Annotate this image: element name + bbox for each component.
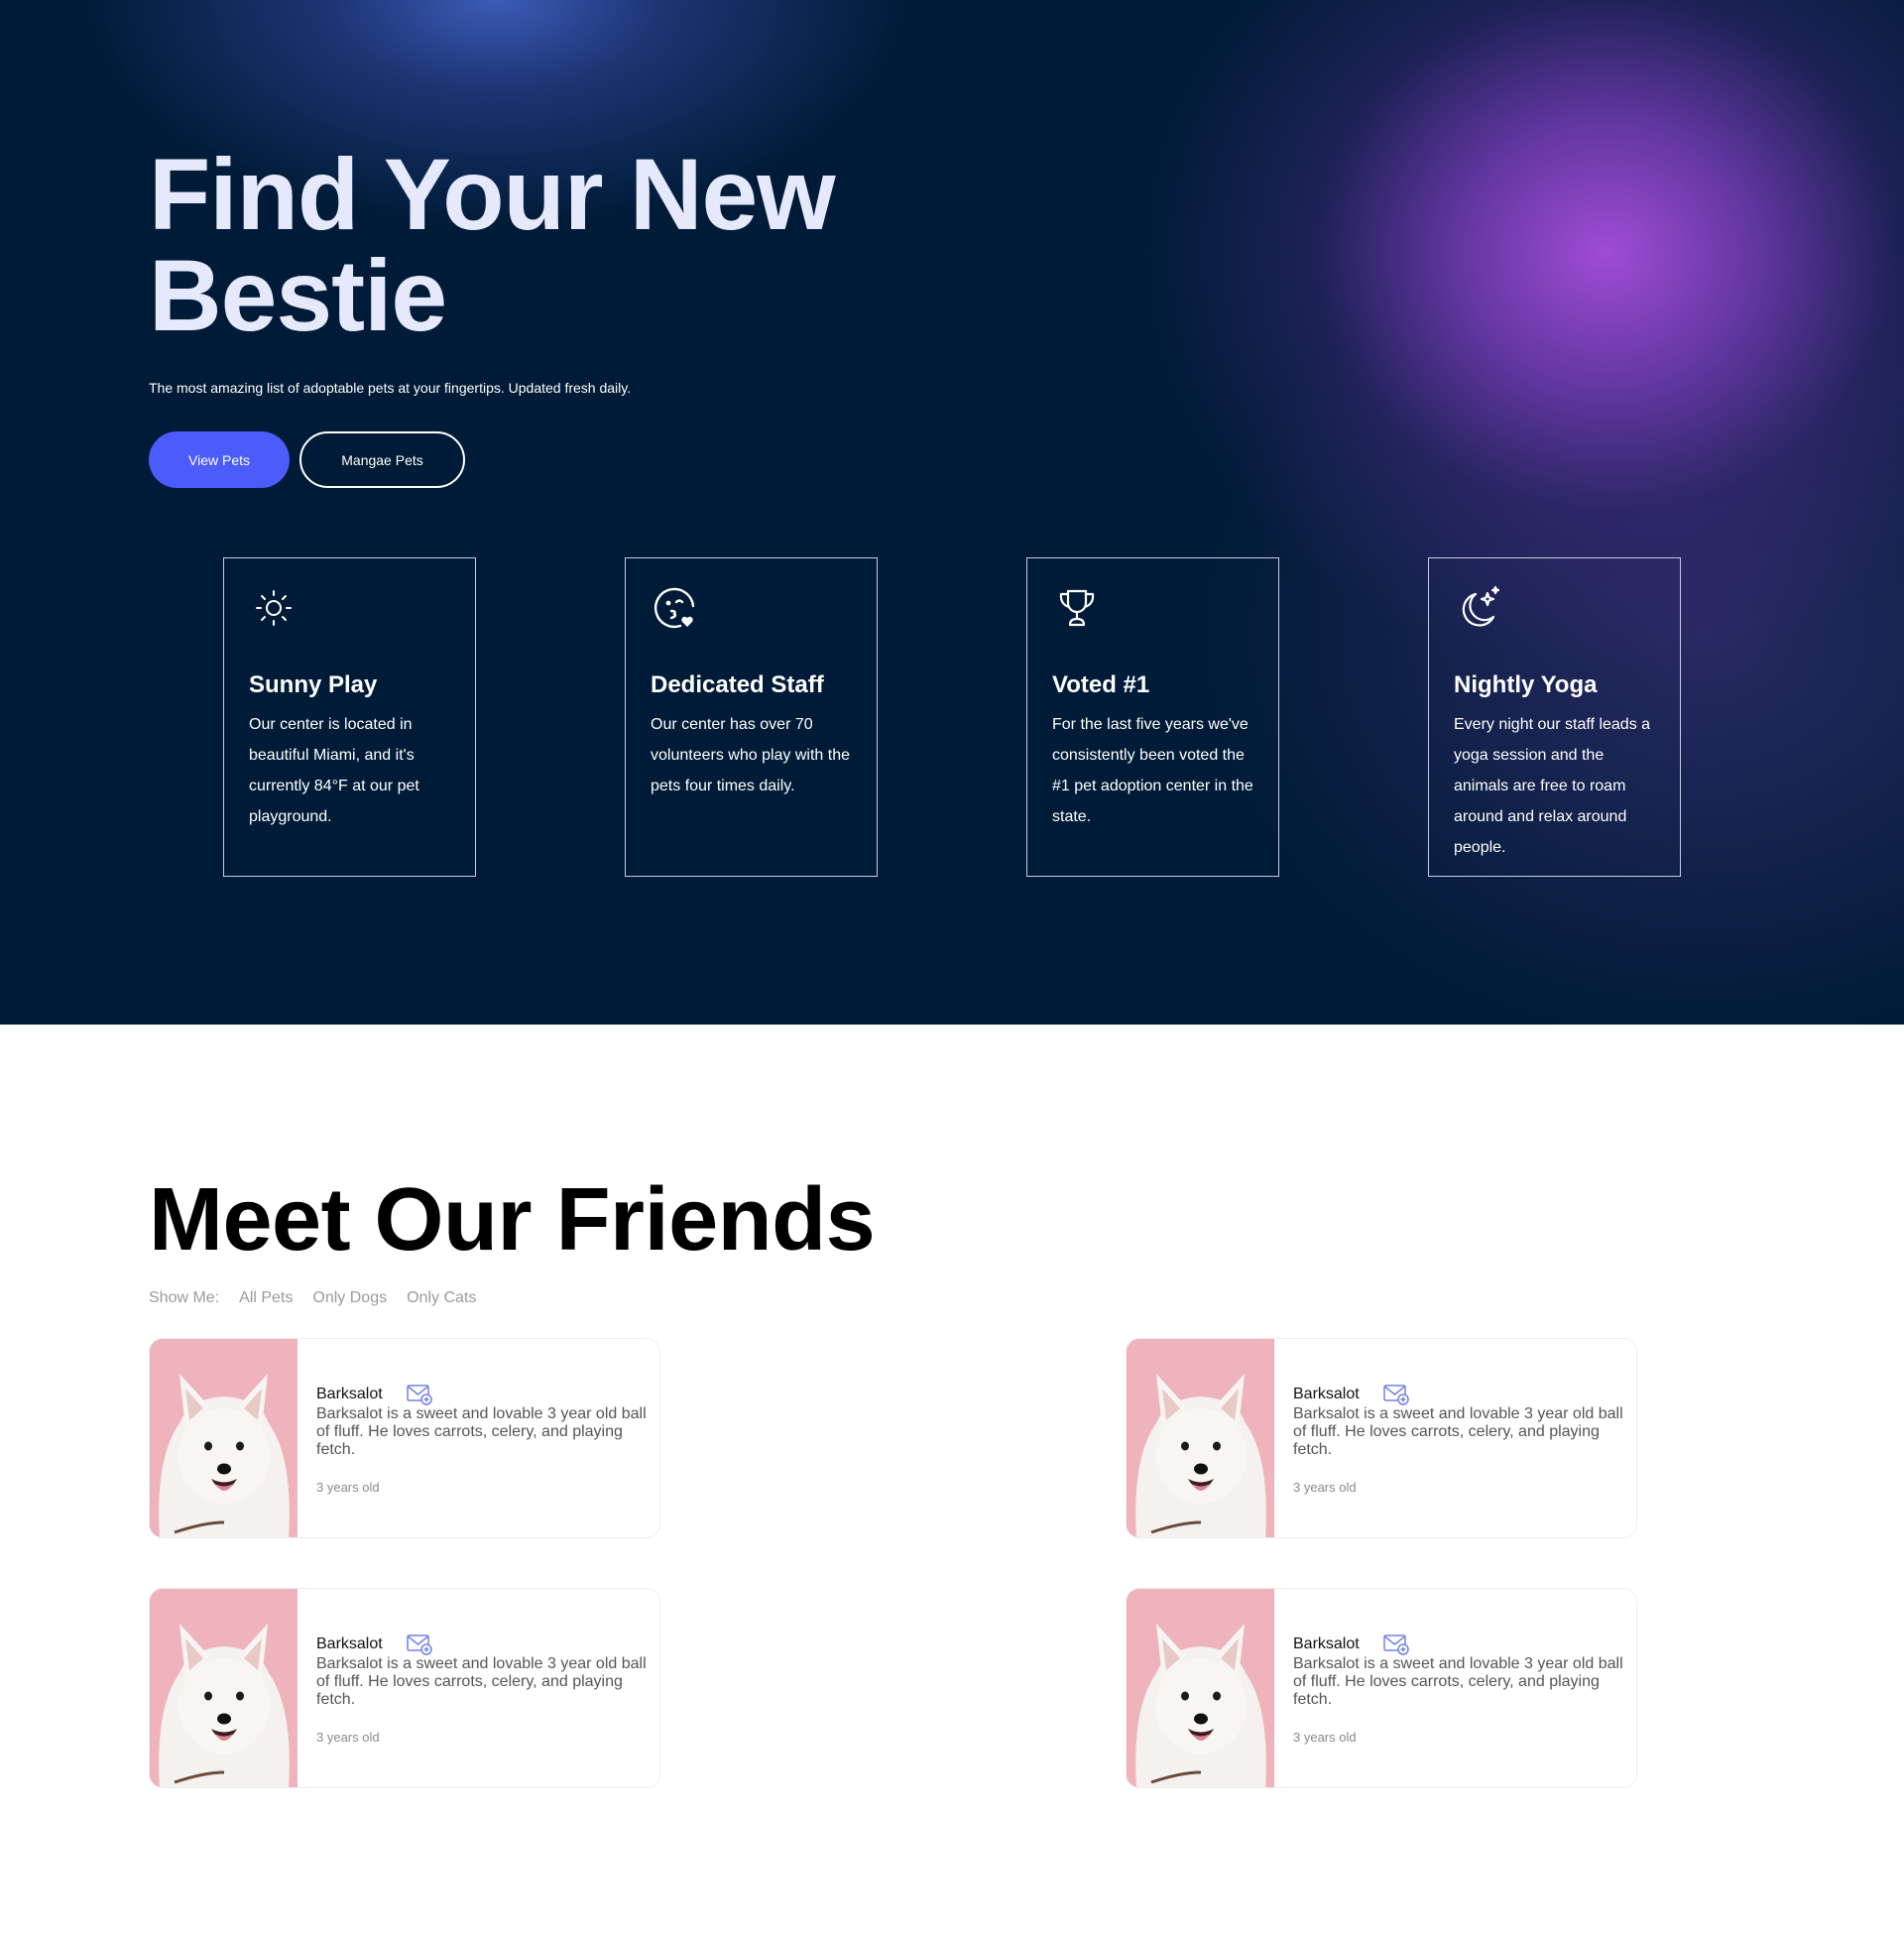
pet-description: Barksalot is a sweet and lovable 3 year … (316, 1405, 647, 1458)
pet-card[interactable]: Barksalot Barksalot is a sweet and lovab… (1126, 1338, 1637, 1538)
feature-text: Every night our staff leads a yoga sessi… (1454, 716, 1651, 856)
pet-photo (1127, 1589, 1274, 1787)
pet-photo (150, 1589, 298, 1787)
pet-name: Barksalot (1293, 1635, 1360, 1652)
trophy-icon (1059, 589, 1095, 627)
view-pets-button[interactable]: View Pets (149, 431, 290, 488)
feature-text: Our center has over 70 volunteers who pl… (651, 716, 850, 794)
hero-title-line2: Bestie (149, 239, 447, 352)
pet-age: 3 years old (316, 1480, 380, 1495)
pet-card[interactable]: Barksalot Barksalot is a sweet and lovab… (1126, 1588, 1637, 1788)
hero-subtitle: The most amazing list of adoptable pets … (149, 380, 632, 396)
feature-title: Voted #1 (1052, 671, 1150, 698)
pet-age: 3 years old (316, 1730, 380, 1745)
pet-name: Barksalot (316, 1635, 383, 1652)
pet-age: 3 years old (1293, 1480, 1357, 1495)
friends-section-title: Meet Our Friends (149, 1170, 876, 1270)
filter-all-pets[interactable]: All Pets (239, 1289, 293, 1307)
pet-filter-bar: Show Me: All Pets Only Dogs Only Cats (149, 1289, 476, 1307)
filter-only-dogs[interactable]: Only Dogs (312, 1289, 387, 1307)
feature-card-dedicated-staff: Dedicated Staff Our center has over 70 v… (625, 557, 878, 877)
feature-card-nightly-yoga: Nightly Yoga Every night our staff leads… (1428, 557, 1681, 877)
mail-add-icon[interactable] (407, 1634, 432, 1655)
feature-title: Nightly Yoga (1454, 671, 1598, 698)
pet-photo (150, 1339, 298, 1537)
feature-title: Dedicated Staff (651, 671, 824, 698)
pet-description: Barksalot is a sweet and lovable 3 year … (1293, 1655, 1623, 1708)
pet-card[interactable]: Barksalot Barksalot is a sweet and lovab… (149, 1588, 660, 1788)
pet-description: Barksalot is a sweet and lovable 3 year … (1293, 1405, 1623, 1458)
mail-add-icon[interactable] (407, 1384, 432, 1405)
feature-text: For the last five years we've consistent… (1052, 716, 1253, 825)
feature-card-sunny-play: Sunny Play Our center is located in beau… (223, 557, 476, 877)
pet-card[interactable]: Barksalot Barksalot is a sweet and lovab… (149, 1338, 660, 1538)
pet-name: Barksalot (316, 1386, 383, 1402)
filter-only-cats[interactable]: Only Cats (407, 1289, 476, 1307)
sun-icon (256, 590, 292, 626)
feature-text: Our center is located in beautiful Miami… (249, 716, 419, 825)
hero-title: Find Your New Bestie (149, 144, 1041, 346)
hero-section: Find Your New Bestie The most amazing li… (0, 0, 1904, 1025)
pet-age: 3 years old (1293, 1730, 1357, 1745)
pet-photo (1127, 1339, 1274, 1537)
mail-add-icon[interactable] (1383, 1634, 1409, 1655)
feature-title: Sunny Play (249, 671, 378, 698)
hero-title-line1: Find Your New (149, 138, 836, 251)
filter-label: Show Me: (149, 1289, 220, 1306)
pet-name: Barksalot (1293, 1386, 1360, 1402)
manage-pets-button[interactable]: Mangae Pets (299, 431, 465, 488)
pet-description: Barksalot is a sweet and lovable 3 year … (316, 1655, 647, 1708)
feature-card-voted-1: Voted #1 For the last five years we've c… (1026, 557, 1279, 877)
kiss-heart-face-icon (654, 587, 695, 629)
mail-add-icon[interactable] (1383, 1384, 1409, 1405)
moon-stars-icon (1462, 585, 1500, 627)
